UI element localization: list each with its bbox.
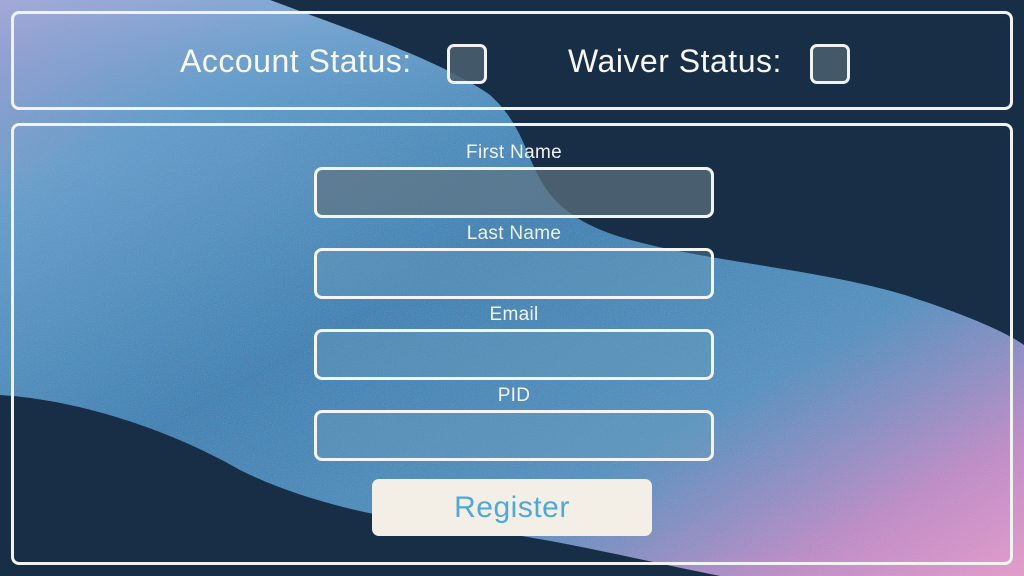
pid-input[interactable] [314,410,714,461]
first-name-label: First Name [466,142,562,163]
email-input[interactable] [314,329,714,380]
last-name-label: Last Name [466,223,562,244]
pid-label: PID [497,385,531,406]
registration-form: First Name Last Name Email PID Register [11,123,1013,565]
first-name-input[interactable] [314,167,714,218]
waiver-status-checkbox[interactable] [810,44,850,84]
account-status-label: Account Status: [180,43,412,79]
register-button[interactable]: Register [372,479,652,536]
waiver-status-label: Waiver Status: [568,43,782,79]
account-status-checkbox[interactable] [447,44,487,84]
last-name-input[interactable] [314,248,714,299]
status-panel: Account Status: Waiver Status: [11,11,1013,110]
email-label: Email [489,304,539,325]
